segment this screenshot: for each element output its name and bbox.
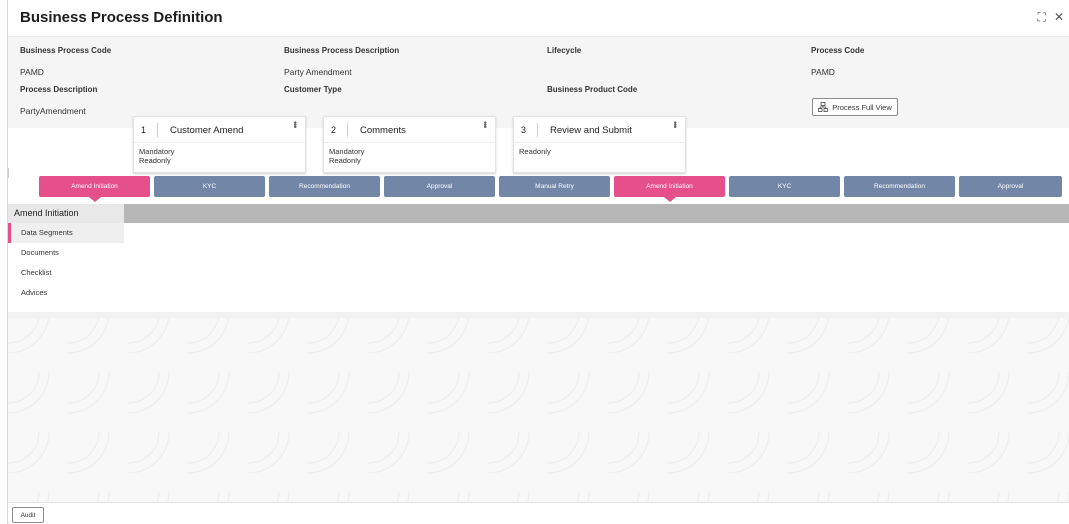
card-divider: [134, 142, 305, 143]
field-value: PartyAmendment: [20, 106, 86, 116]
segment-number: 2: [331, 125, 337, 135]
process-description-field: Process Description PartyAmendment: [20, 85, 97, 116]
more-options-icon[interactable]: •••: [290, 121, 300, 127]
field-label: Business Process Description: [284, 46, 400, 55]
stage-detail-title: Amend Initiation: [8, 204, 124, 223]
stage-label: Amend Initiation: [646, 183, 693, 190]
field-label: Process Code: [811, 46, 865, 55]
customer-type-field: Customer Type: [284, 85, 342, 106]
field-label: Customer Type: [284, 85, 342, 94]
nav-item-checklist[interactable]: Checklist: [8, 263, 124, 283]
card-divider: [324, 142, 495, 143]
stage-manual-retry[interactable]: Manual Retry: [499, 176, 610, 197]
data-segment-card[interactable]: 1 Customer Amend ••• Mandatory Readonly: [133, 116, 306, 173]
stage-label: Approval: [426, 183, 453, 190]
field-label: Business Product Code: [547, 85, 638, 94]
stage-recommendation[interactable]: Recommendation: [269, 176, 380, 197]
expand-icon[interactable]: ⛶: [1038, 10, 1046, 25]
stage-amend-initiation-2[interactable]: Amend Initiation: [614, 176, 725, 202]
nav-item-advices[interactable]: Advices: [8, 283, 124, 303]
segment-tag: Readonly: [519, 147, 551, 156]
audit-button[interactable]: Audit: [12, 507, 44, 523]
stage-kyc[interactable]: KYC: [154, 176, 265, 197]
stage-amend-initiation[interactable]: Amend Initiation: [39, 176, 150, 202]
more-options-icon[interactable]: •••: [480, 121, 490, 127]
stage-detail-nav: Data Segments Documents Checklist Advice…: [8, 223, 124, 312]
segment-number: 1: [141, 125, 147, 135]
nav-item-data-segments[interactable]: Data Segments: [8, 223, 124, 243]
segment-tag: Readonly: [139, 156, 171, 165]
field-value: Party Amendment: [284, 67, 352, 77]
segment-separator: [347, 123, 348, 137]
stage-recommendation-2[interactable]: Recommendation: [844, 176, 955, 197]
data-segment-card[interactable]: 3 Review and Submit ••• Readonly: [513, 116, 686, 173]
stage-label: KYC: [202, 183, 217, 190]
segment-tags: Mandatory Readonly: [329, 147, 364, 165]
window-controls: ⛶ ✕: [1038, 10, 1064, 25]
stage-label: Approval: [997, 183, 1024, 190]
stage-label: Manual Retry: [535, 183, 574, 190]
title-bar: Business Process Definition ⛶ ✕: [8, 0, 1069, 36]
process-full-view-label: Process Full View: [832, 102, 892, 112]
segment-name: Review and Submit: [550, 125, 632, 136]
stage-label: KYC: [777, 183, 792, 190]
segment-tag: Readonly: [329, 156, 361, 165]
segment-tag: Mandatory: [329, 147, 365, 156]
process-code-field: Process Code PAMD: [811, 46, 864, 77]
segment-separator: [537, 123, 538, 137]
background-pattern: [8, 312, 1069, 502]
segment-name: Customer Amend: [170, 125, 244, 136]
field-label: Business Process Code: [20, 46, 112, 55]
lifecycle-field: Lifecycle: [547, 46, 581, 67]
field-value: PAMD: [20, 67, 44, 77]
business-process-definition-window: Business Process Definition ⛶ ✕ Business…: [7, 0, 1069, 524]
process-full-view-button[interactable]: Process Full View: [812, 98, 898, 116]
segment-tag: Mandatory: [139, 147, 175, 156]
business-process-code-field: Business Process Code PAMD: [20, 46, 111, 77]
card-divider: [514, 142, 685, 143]
stage-kyc-2[interactable]: KYC: [729, 176, 840, 197]
header-panel: Business Process Code PAMD Business Proc…: [8, 36, 1069, 128]
stage-approval[interactable]: Approval: [384, 176, 495, 197]
segment-name: Comments: [360, 125, 406, 136]
close-icon[interactable]: ✕: [1054, 10, 1064, 25]
more-options-icon[interactable]: •••: [670, 121, 680, 127]
field-label: Process Description: [20, 85, 98, 94]
data-segments-area: [124, 223, 1069, 312]
business-product-code-field: Business Product Code: [547, 85, 637, 106]
segment-tags: Mandatory Readonly: [139, 147, 174, 165]
stage-label: Amend Initiation: [71, 183, 118, 190]
segment-number: 3: [521, 125, 527, 135]
segment-separator: [157, 123, 158, 137]
field-value: PAMD: [811, 67, 835, 77]
field-label: Lifecycle: [547, 46, 582, 55]
stage-label: Recommendation: [299, 183, 350, 190]
business-process-description-field: Business Process Description Party Amend…: [284, 46, 399, 77]
pattern-divider: [8, 312, 1069, 318]
page-title: Business Process Definition: [20, 9, 223, 26]
nav-item-documents[interactable]: Documents: [8, 243, 124, 263]
segment-tags: Readonly: [519, 147, 551, 156]
stage-label: Recommendation: [874, 183, 925, 190]
process-body: Amend Initiation KYC Recommendation Appr…: [8, 128, 1069, 502]
data-segment-card[interactable]: 2 Comments ••• Mandatory Readonly: [323, 116, 496, 173]
stage-approval-2[interactable]: Approval: [959, 176, 1062, 197]
stage-scroll-handle[interactable]: [8, 168, 16, 178]
stage-title-bar: Amend Initiation: [8, 204, 1069, 223]
footer-bar: Audit: [8, 502, 1069, 524]
stage-flow: Amend Initiation KYC Recommendation Appr…: [39, 176, 1062, 202]
hierarchy-icon: [818, 102, 829, 112]
